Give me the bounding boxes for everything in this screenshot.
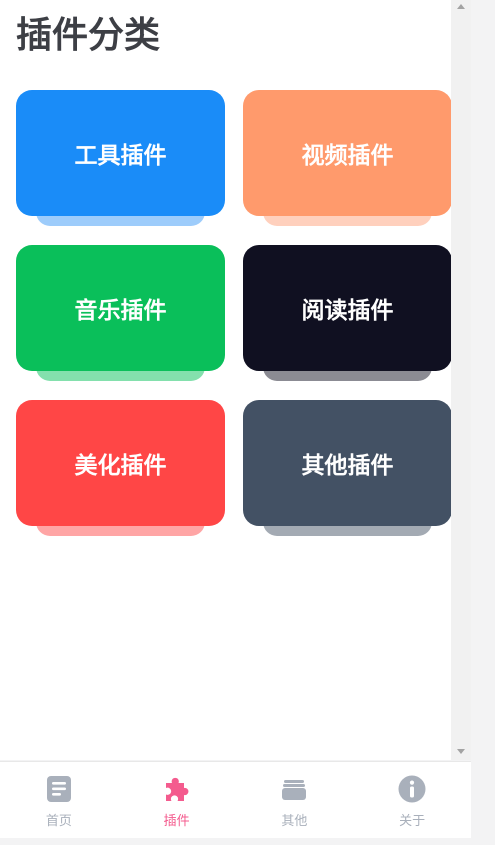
category-card-beautify-wrapper: 美化插件 [16, 400, 225, 536]
category-card-label: 视频插件 [301, 143, 394, 169]
tab-home[interactable]: 首页 [0, 762, 118, 839]
document-icon [46, 776, 71, 802]
category-card-beautify[interactable]: 美化插件 [16, 400, 225, 526]
tab-home-label: 首页 [45, 814, 72, 829]
category-card-other-wrapper: 其他插件 [243, 400, 451, 536]
category-card-other[interactable]: 其他插件 [243, 400, 451, 526]
category-card-tools[interactable]: 工具插件 [16, 90, 225, 216]
tab-plugins-label: 插件 [163, 814, 190, 829]
scroll-down-arrow-icon[interactable] [457, 749, 465, 754]
puzzle-icon [165, 777, 189, 801]
category-card-video-wrapper: 视频插件 [243, 90, 451, 226]
tab-about[interactable]: 关于 [353, 762, 471, 839]
vertical-scrollbar[interactable] [451, 0, 471, 760]
category-card-label: 阅读插件 [301, 298, 394, 324]
info-icon [398, 775, 426, 803]
category-card-reading[interactable]: 阅读插件 [243, 245, 451, 371]
category-card-music[interactable]: 音乐插件 [16, 245, 225, 371]
category-card-label: 其他插件 [301, 453, 394, 479]
bottom-strip [0, 838, 495, 845]
category-card-label: 工具插件 [74, 143, 167, 169]
tab-other-label: 其他 [281, 814, 308, 829]
category-card-label: 美化插件 [74, 453, 167, 479]
category-card-music-wrapper: 音乐插件 [16, 245, 225, 381]
folder-icon [282, 780, 307, 800]
category-card-label: 音乐插件 [74, 298, 167, 324]
category-card-reading-wrapper: 阅读插件 [243, 245, 451, 381]
category-card-tools-wrapper: 工具插件 [16, 90, 225, 226]
tab-about-label: 关于 [399, 814, 426, 829]
category-card-video[interactable]: 视频插件 [243, 90, 451, 216]
page-title: 插件分类 [16, 15, 161, 56]
tab-other[interactable]: 其他 [236, 762, 354, 839]
main-viewport: 插件分类 工具插件 视频插件 音乐插件 阅读插件 美化插件 其他插件 [0, 0, 451, 760]
bottom-tab-bar: 首页 插件 其他 关于 [0, 761, 471, 839]
tab-plugins[interactable]: 插件 [118, 762, 236, 839]
scroll-up-arrow-icon[interactable] [457, 4, 465, 9]
